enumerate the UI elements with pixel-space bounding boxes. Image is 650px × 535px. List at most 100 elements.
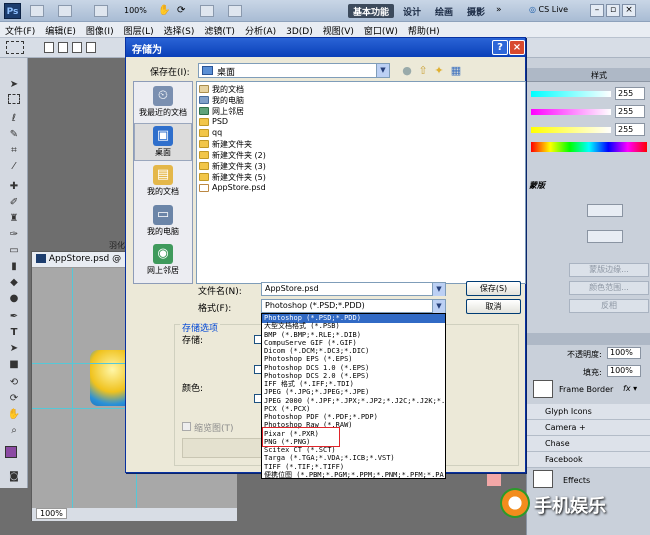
- eyedropper-tool-icon[interactable]: ⁄: [6, 160, 22, 174]
- list-item[interactable]: 新建文件夹 (2): [199, 150, 266, 161]
- fill-field[interactable]: 100%: [607, 365, 641, 377]
- list-item[interactable]: 我的电脑: [199, 95, 244, 106]
- status-zoom[interactable]: 100%: [36, 508, 67, 519]
- opacity-field[interactable]: 100%: [607, 347, 641, 359]
- pen-tool-icon[interactable]: ✒: [6, 310, 22, 324]
- color-slider-b[interactable]: 255: [527, 122, 650, 138]
- workspace-painting[interactable]: 绘画: [430, 4, 458, 18]
- dodge-tool-icon[interactable]: ●: [6, 292, 22, 306]
- list-item[interactable]: 新建文件夹 (3): [199, 161, 266, 172]
- intersect-selection-icon[interactable]: [86, 42, 96, 53]
- eraser-tool-icon[interactable]: ▭: [6, 244, 22, 258]
- list-item[interactable]: qq: [199, 128, 222, 139]
- menu-image[interactable]: 图像(I): [81, 22, 119, 39]
- history-brush-tool-icon[interactable]: ✑: [6, 228, 22, 242]
- back-icon[interactable]: ●: [400, 64, 414, 78]
- workspace-photography[interactable]: 摄影: [462, 4, 490, 18]
- workspace-essentials[interactable]: 基本功能: [348, 4, 395, 18]
- marquee-preset-icon[interactable]: [6, 41, 24, 54]
- format-select[interactable]: Photoshop (*.PSD;*.PDD) ▼: [261, 299, 446, 313]
- layer-camera-plus[interactable]: Camera +: [527, 420, 650, 436]
- layer-chase[interactable]: Chase: [527, 436, 650, 452]
- quick-mask-icon[interactable]: ◙: [6, 470, 22, 484]
- quick-select-tool-icon[interactable]: ✎: [6, 128, 22, 142]
- invert-button[interactable]: 反相: [569, 299, 649, 313]
- color-range-button[interactable]: 颜色范围...: [569, 281, 649, 295]
- new-selection-icon[interactable]: [44, 42, 54, 53]
- blue-value-field[interactable]: 255: [615, 123, 645, 136]
- subtract-selection-icon[interactable]: [72, 42, 82, 53]
- filename-input[interactable]: AppStore.psd ▼: [261, 282, 446, 296]
- place-network[interactable]: ◉ 网上邻居: [134, 242, 192, 280]
- minimize-button[interactable]: –: [590, 4, 604, 17]
- green-value-field[interactable]: 255: [615, 105, 645, 118]
- new-folder-icon[interactable]: ✦: [432, 64, 446, 78]
- styles-panel-header[interactable]: 样式: [527, 68, 650, 82]
- dialog-titlebar[interactable]: 存储为 ? ×: [126, 38, 525, 57]
- list-item[interactable]: 新建文件夹 (5): [199, 172, 266, 183]
- list-item[interactable]: AppStore.psd: [199, 183, 266, 194]
- grid-icon[interactable]: [94, 5, 108, 17]
- cancel-button[interactable]: 取消: [466, 299, 521, 314]
- list-item[interactable]: 我的文档: [199, 84, 244, 95]
- zoom-tool-icon[interactable]: ⌕: [6, 424, 22, 438]
- brush-tool-icon[interactable]: ✐: [6, 196, 22, 210]
- help-button[interactable]: ?: [492, 40, 508, 55]
- color-ramp[interactable]: [531, 142, 647, 152]
- path-select-tool-icon[interactable]: ➤: [6, 342, 22, 356]
- up-folder-icon[interactable]: ⇧: [416, 64, 430, 78]
- save-button[interactable]: 保存(S): [466, 281, 521, 296]
- shape-tool-icon[interactable]: ■: [6, 358, 22, 372]
- gradient-tool-icon[interactable]: ▮: [6, 260, 22, 274]
- place-desktop[interactable]: ▣ 桌面: [134, 123, 192, 161]
- place-my-documents[interactable]: ▤ 我的文档: [134, 163, 192, 201]
- crop-tool-icon[interactable]: ⌗: [6, 144, 22, 158]
- menu-file[interactable]: 文件(F): [0, 22, 40, 39]
- healing-tool-icon[interactable]: ✚: [6, 180, 22, 194]
- menu-edit[interactable]: 编辑(E): [40, 22, 81, 39]
- mask-edge-button[interactable]: 蒙版边缘...: [569, 263, 649, 277]
- workspace-design[interactable]: 设计: [398, 4, 426, 18]
- layer-frame-border[interactable]: Frame Border: [559, 385, 613, 394]
- blur-tool-icon[interactable]: ◆: [6, 276, 22, 290]
- add-selection-icon[interactable]: [58, 42, 68, 53]
- list-item[interactable]: 网上邻居: [199, 106, 244, 117]
- screen-mode-icon[interactable]: [228, 5, 242, 17]
- app-close-button[interactable]: ×: [622, 4, 636, 17]
- color-slider-r[interactable]: 255: [527, 86, 650, 102]
- minibridge-icon[interactable]: [58, 5, 72, 17]
- chevron-down-icon[interactable]: ▼: [432, 283, 445, 296]
- bridge-icon[interactable]: [30, 5, 44, 17]
- fx-icon[interactable]: fx ▾: [623, 384, 637, 393]
- place-my-computer[interactable]: ▭ 我的电脑: [134, 203, 192, 241]
- red-value-field[interactable]: 255: [615, 87, 645, 100]
- foreground-color-swatch[interactable]: [5, 446, 17, 458]
- visibility-eye-icon[interactable]: [487, 474, 501, 486]
- type-tool-icon[interactable]: T: [6, 326, 22, 340]
- marquee-tool-icon[interactable]: [8, 94, 20, 104]
- 3d-rotate-tool-icon[interactable]: ⟲: [6, 376, 22, 390]
- hand-tool-icon[interactable]: ✋: [6, 408, 22, 422]
- hand-icon[interactable]: ✋: [158, 5, 170, 17]
- stamp-tool-icon[interactable]: ♜: [6, 212, 22, 226]
- layer-thumbnail[interactable]: [533, 380, 553, 398]
- chevron-down-icon[interactable]: ▼: [432, 300, 445, 313]
- list-item[interactable]: 新建文件夹: [199, 139, 252, 150]
- cs-live-button[interactable]: ◎ CS Live: [526, 4, 571, 15]
- layer-facebook[interactable]: Facebook: [527, 452, 650, 468]
- zoom-level[interactable]: 100%: [124, 6, 147, 15]
- move-tool-icon[interactable]: ➤: [6, 78, 22, 92]
- list-item[interactable]: PSD: [199, 117, 228, 128]
- 3d-orbit-tool-icon[interactable]: ⟳: [6, 392, 22, 406]
- restore-button[interactable]: ▫: [606, 4, 620, 17]
- lookin-combo[interactable]: 桌面 ▼: [198, 63, 390, 78]
- mask-density-field[interactable]: [587, 204, 623, 217]
- format-option[interactable]: 便携位图 (*.PBM;*.PGM;*.PPM;*.PNM;*.PFM;*.PA: [262, 471, 445, 478]
- file-list[interactable]: 我的文档 我的电脑 网上邻居 PSD qq 新建文件夹 新建文件夹 (2) 新建…: [196, 81, 526, 284]
- format-dropdown-list[interactable]: Photoshop (*.PSD;*.PDD) 大型文档格式 (*.PSB) BMP…: [261, 313, 446, 479]
- arrange-icon[interactable]: [200, 5, 214, 17]
- lasso-tool-icon[interactable]: ℓ: [6, 112, 22, 126]
- chevron-down-icon[interactable]: ▼: [376, 64, 389, 77]
- layer-glyph-icons[interactable]: Glyph Icons: [527, 404, 650, 420]
- thumbnail-checkbox[interactable]: [182, 422, 191, 431]
